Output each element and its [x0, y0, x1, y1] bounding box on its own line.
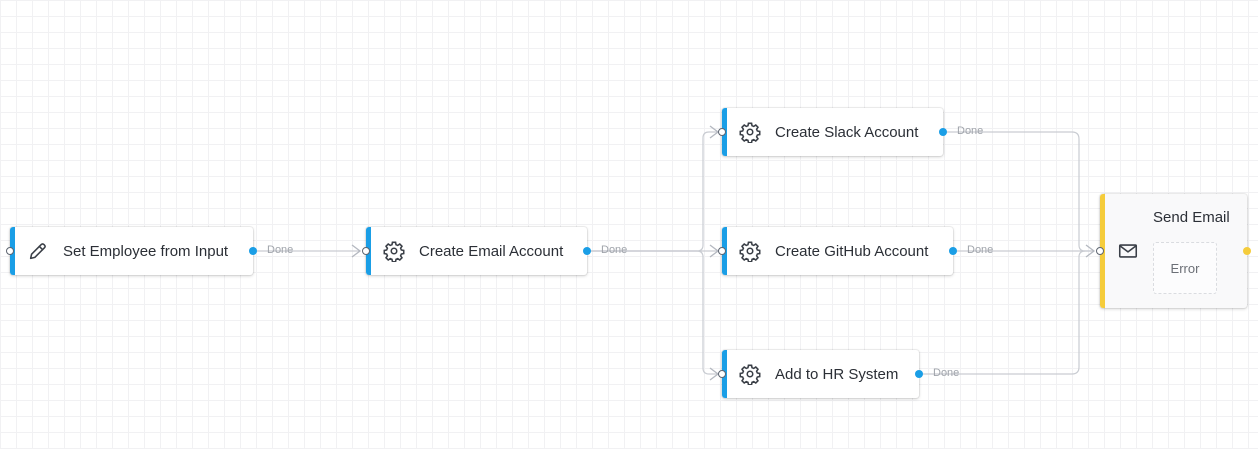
- node-create-email[interactable]: Create Email Account: [366, 227, 587, 275]
- node-label: Create GitHub Account: [775, 242, 929, 260]
- input-port[interactable]: [718, 247, 726, 255]
- edge-label-done: Done: [933, 367, 960, 379]
- error-slot[interactable]: Error: [1153, 242, 1217, 294]
- pencil-icon: [27, 240, 49, 262]
- gear-icon: [383, 240, 405, 263]
- edges-layer: [253, 125, 1096, 381]
- output-port[interactable]: [249, 247, 257, 255]
- input-port[interactable]: [362, 247, 370, 255]
- node-send-email[interactable]: Send Email Error: [1100, 194, 1247, 308]
- input-port[interactable]: [6, 247, 14, 255]
- edge-label-done: Done: [267, 244, 294, 256]
- node-label: Send Email: [1153, 209, 1230, 226]
- gear-icon: [739, 240, 761, 263]
- edge-create-email-to-create-slack: [587, 131, 718, 252]
- output-port[interactable]: [583, 247, 591, 255]
- output-port[interactable]: [939, 128, 947, 136]
- node-create-slack[interactable]: Create Slack Account: [722, 108, 943, 156]
- node-label: Set Employee from Input: [63, 242, 229, 260]
- input-port[interactable]: [718, 128, 726, 136]
- output-port[interactable]: [915, 370, 923, 378]
- output-port[interactable]: [949, 247, 957, 255]
- input-port[interactable]: [718, 370, 726, 378]
- edge-create-slack-to-send-email: [943, 131, 1094, 252]
- output-port[interactable]: [1243, 247, 1251, 255]
- edge-label-done: Done: [601, 244, 628, 256]
- node-set-employee[interactable]: Set Employee from Input: [10, 227, 253, 275]
- node-create-github[interactable]: Create GitHub Account: [722, 227, 953, 275]
- edge-label-done: Done: [957, 125, 984, 137]
- node-label: Create Email Account: [419, 242, 564, 260]
- node-label: Create Slack Account: [775, 123, 919, 141]
- edge-create-email-to-add-hr: [587, 250, 718, 375]
- gear-icon: [739, 121, 761, 144]
- node-label: Add to HR System: [775, 365, 899, 383]
- gear-icon: [739, 363, 761, 386]
- input-port[interactable]: [1096, 247, 1104, 255]
- node-add-hr[interactable]: Add to HR System: [722, 350, 919, 398]
- envelope-icon: [1117, 240, 1139, 262]
- edge-label-done: Done: [967, 244, 994, 256]
